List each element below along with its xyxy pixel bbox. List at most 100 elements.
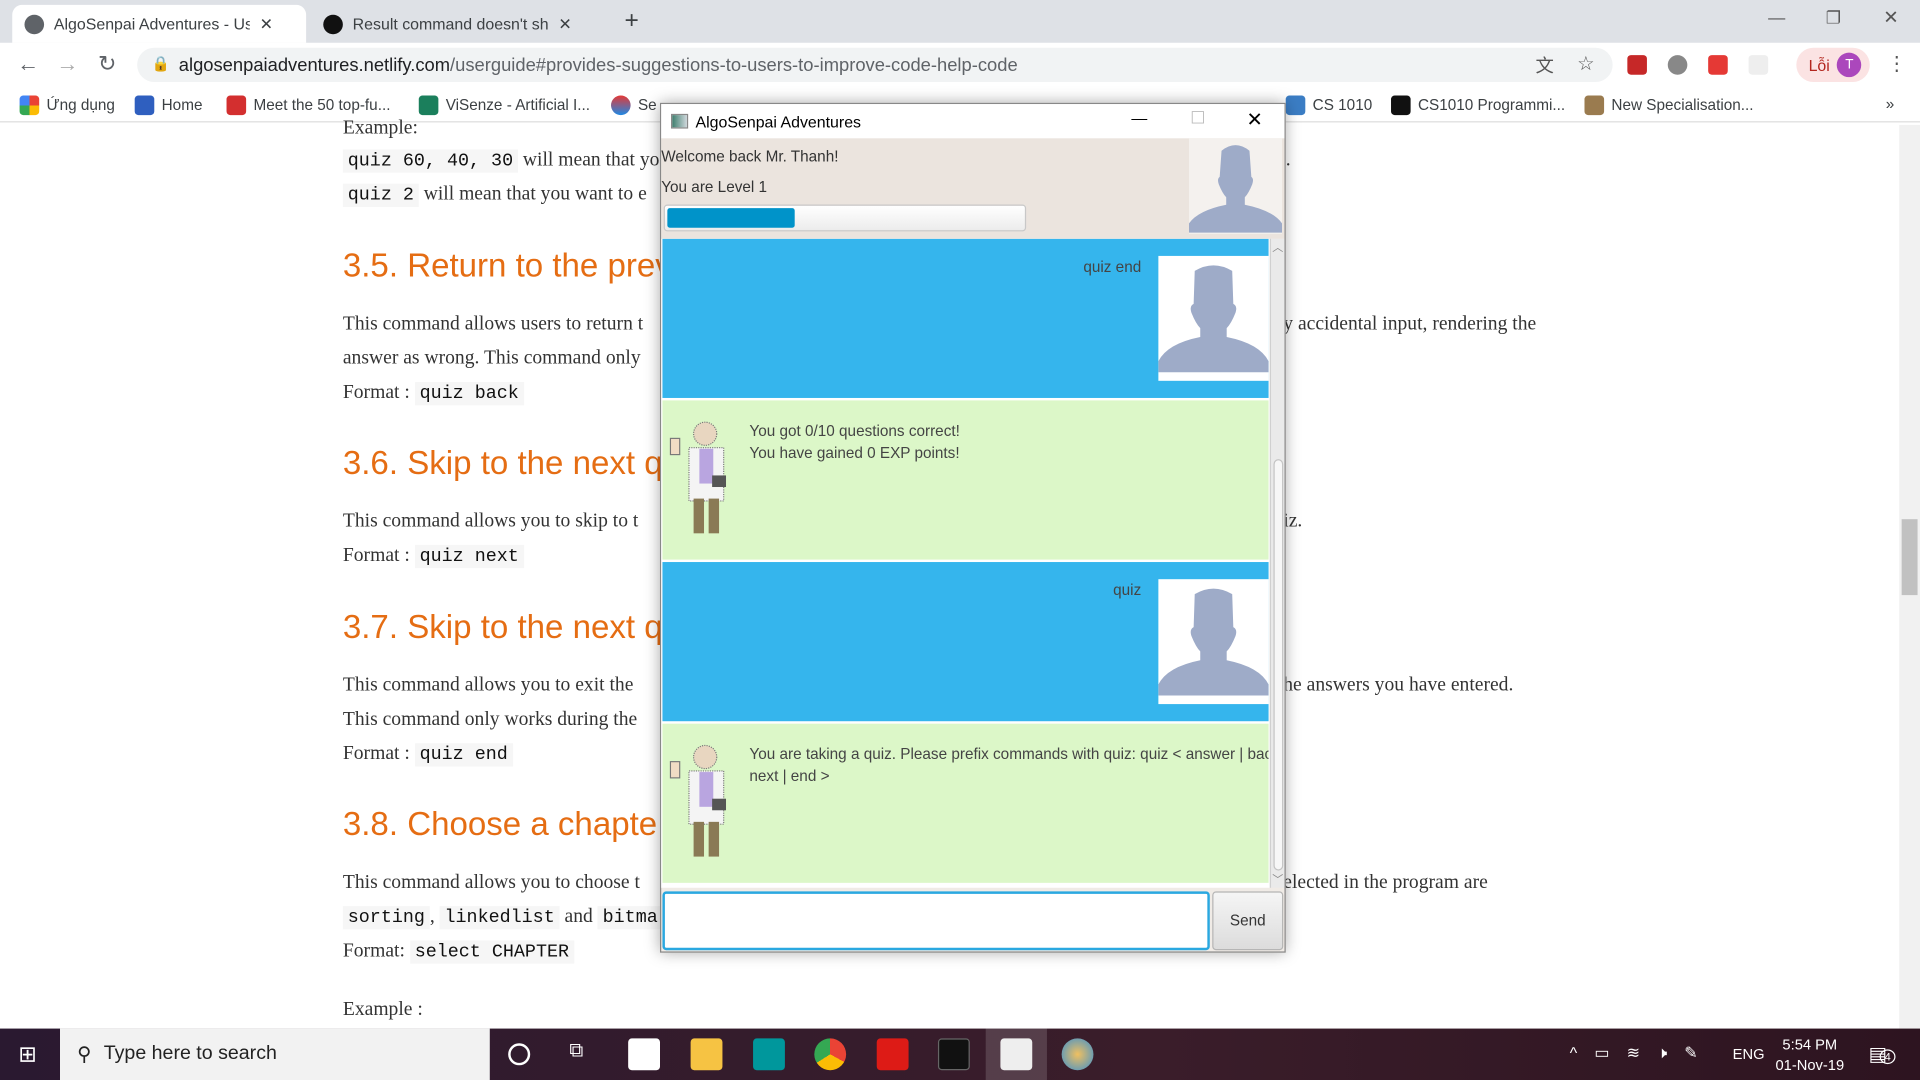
new-tab-button[interactable]: + — [624, 7, 638, 35]
bookmark-se[interactable]: Se — [611, 95, 657, 116]
github-icon — [323, 14, 343, 34]
professor-avatar — [667, 741, 738, 872]
algosenpai-window: AlgoSenpai Adventures — ☐ ✕ Welcome back… — [660, 102, 1286, 953]
volume-muted-icon: 🕨 — [1657, 1043, 1668, 1062]
chrome-icon[interactable] — [814, 1038, 847, 1071]
profile-button[interactable]: Lỗi T — [1796, 47, 1870, 83]
graduation-cap-icon — [1391, 95, 1411, 116]
play-extension-icon[interactable] — [1667, 55, 1688, 75]
message-text: quiz — [1113, 581, 1142, 599]
page-scrollbar[interactable] — [1899, 124, 1920, 1029]
visenze-icon — [418, 95, 439, 116]
professor-sprite-icon — [669, 421, 727, 534]
person-silhouette-icon — [1158, 588, 1269, 696]
windows-start-button[interactable]: ⊞ — [18, 1042, 36, 1068]
notifications-icon[interactable]: ▤4 — [1869, 1042, 1896, 1066]
window-titlebar[interactable]: AlgoSenpai Adventures — ☐ ✕ — [661, 104, 1285, 139]
p-logo-icon — [1285, 95, 1306, 116]
angular-icon[interactable] — [876, 1038, 909, 1071]
paint-icon[interactable] — [1061, 1038, 1094, 1071]
mcafee-extension-icon[interactable] — [1627, 55, 1647, 75]
tab-user-guide[interactable]: AlgoSenpai Adventures - User Guide ✕ — [12, 4, 307, 43]
heading-3-6: 3.6. Skip to the next q — [342, 444, 663, 482]
close-button[interactable]: ✕ — [1247, 108, 1263, 132]
person-silhouette-icon — [1158, 265, 1269, 373]
chat-panel: quiz end You got 0/10 questions correct! Y… — [661, 238, 1270, 888]
professor-sprite-icon — [669, 744, 727, 857]
bookmark-apps[interactable]: Ứng dụng — [19, 95, 115, 116]
extension-icon[interactable] — [1708, 55, 1728, 75]
menu-icon[interactable]: ⋮ — [1887, 51, 1907, 75]
bookmark-visenze[interactable]: ViSenze - Artificial I... — [418, 95, 590, 116]
reload-button[interactable]: ↻ — [98, 51, 116, 77]
apps-grid-icon — [19, 95, 40, 116]
battery-icon: ▭ — [1594, 1043, 1610, 1062]
send-button[interactable]: Send — [1212, 891, 1284, 951]
crest-icon — [1584, 95, 1605, 116]
bookmark-cs1010[interactable]: CS 1010 — [1285, 95, 1372, 116]
extension-icon[interactable] — [1748, 55, 1769, 75]
more-bookmarks-button[interactable]: » — [1886, 96, 1895, 113]
close-tab-icon[interactable]: ✕ — [260, 14, 273, 34]
terminal-icon[interactable] — [937, 1038, 970, 1071]
chevron-up-icon: ^ — [1569, 1043, 1578, 1062]
bot-message: You are taking a quiz. Please prefix com… — [662, 723, 1269, 883]
cortana-icon[interactable] — [508, 1043, 531, 1066]
address-bar[interactable]: 🔒 algosenpaiadventures.netlify.com/userg… — [137, 47, 1613, 83]
lock-icon: 🔒 — [151, 55, 171, 73]
language-indicator[interactable]: ENG — [1733, 1046, 1765, 1063]
user-message: quiz — [662, 562, 1269, 722]
message-text: You are taking a quiz. Please prefix com… — [749, 745, 1269, 785]
bookmark-meet[interactable]: Meet the 50 top-fu... — [226, 95, 390, 116]
heading-3-8: 3.8. Choose a chapte — [342, 805, 658, 843]
file-explorer-icon[interactable] — [690, 1038, 723, 1071]
close-tab-icon[interactable]: ✕ — [558, 14, 571, 34]
minimize-button[interactable]: — — [1131, 109, 1147, 127]
search-icon: ⚲ — [77, 1044, 92, 1066]
user-message: quiz end — [662, 238, 1269, 398]
ta-logo-icon — [226, 95, 247, 116]
restore-button[interactable]: ❐ — [1826, 7, 1841, 28]
heading-3-5: 3.5. Return to the prev — [342, 247, 672, 285]
bookmark-new-specialisation[interactable]: New Specialisation... — [1584, 95, 1754, 116]
message-text: quiz end — [1083, 258, 1142, 276]
maximize-button[interactable]: ☐ — [1190, 108, 1205, 129]
java-app-taskbar-item[interactable] — [985, 1028, 1047, 1080]
status-header: Welcome back Mr. Thanh! You are Level 1 — [661, 138, 1285, 239]
avatar: T — [1837, 52, 1862, 78]
message-input[interactable] — [662, 891, 1210, 951]
user-avatar — [1188, 138, 1283, 234]
taskbar-search[interactable]: ⚲ Type here to search — [60, 1028, 490, 1080]
forward-button[interactable]: → — [56, 51, 78, 77]
person-silhouette-icon — [1188, 145, 1283, 233]
arduino-icon[interactable] — [753, 1038, 785, 1071]
welcome-text: Welcome back Mr. Thanh! — [661, 148, 839, 166]
message-text: You got 0/10 questions correct! You have … — [749, 422, 960, 462]
back-button[interactable]: ← — [17, 51, 39, 77]
bookmark-cs1010-programming[interactable]: CS1010 Programmi... — [1391, 95, 1565, 116]
system-tray[interactable]: ^ ▭ ≋ 🕨 ✎ — [1570, 1043, 1698, 1063]
bot-message: You got 0/10 questions correct! You have … — [662, 400, 1269, 560]
user-avatar — [1158, 255, 1269, 381]
v-logo-icon — [134, 95, 155, 116]
sea-icon — [611, 95, 631, 116]
professor-avatar — [667, 418, 738, 549]
bookmark-star-icon[interactable]: ☆ — [1577, 51, 1595, 75]
globe-icon — [24, 14, 45, 34]
app-icon — [671, 113, 689, 129]
level-text: You are Level 1 — [661, 178, 768, 196]
heading-3-7: 3.7. Skip to the next q — [342, 608, 663, 646]
translate-icon[interactable]: 文 — [1536, 53, 1554, 79]
wifi-icon: ≋ — [1626, 1043, 1640, 1062]
close-window-button[interactable]: ✕ — [1883, 6, 1898, 28]
tab-github-issue[interactable]: Result command doesn't show result ✕ — [311, 5, 605, 43]
store-icon[interactable] — [628, 1038, 661, 1071]
minimize-button[interactable]: — — [1768, 7, 1785, 27]
user-avatar — [1158, 579, 1269, 705]
exp-progress-bar — [663, 204, 1027, 232]
bookmark-home[interactable]: Home — [134, 95, 202, 116]
clock[interactable]: 5:54 PM 01-Nov-19 — [1776, 1035, 1845, 1077]
chat-scrollbar[interactable]: ︿ ﹀ — [1269, 238, 1285, 888]
task-view-icon[interactable]: ⧉ — [569, 1041, 583, 1063]
pen-icon: ✎ — [1684, 1043, 1698, 1062]
